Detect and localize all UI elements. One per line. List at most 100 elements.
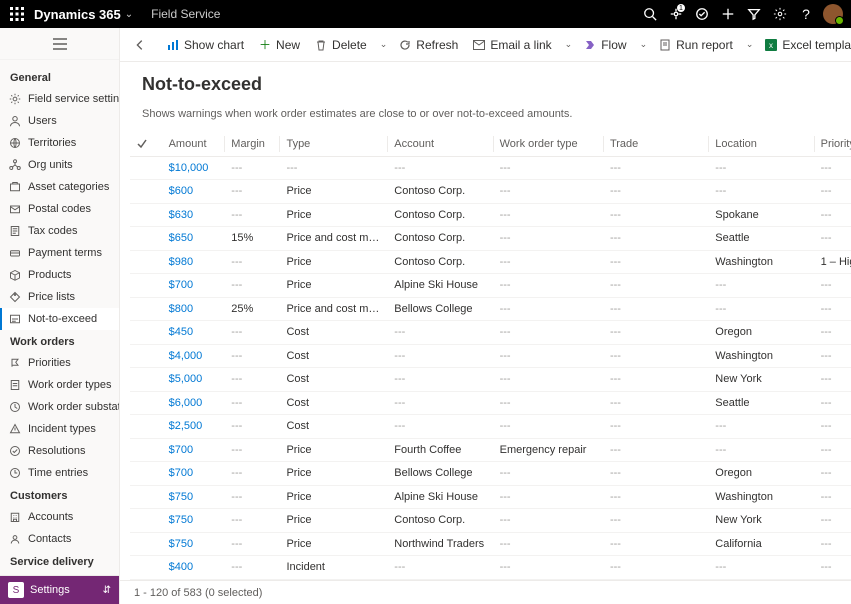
table-row[interactable]: $400---Incident---------------HVAC repai… [130, 556, 851, 580]
sidebar-item-not-to-exceed[interactable]: Not-to-exceed [0, 308, 119, 330]
cell-amount[interactable]: $750 [163, 485, 226, 509]
table-row[interactable]: $700---PriceBellows College------Oregon-… [130, 462, 851, 486]
column-priority[interactable]: Priority [815, 132, 851, 156]
cell-amount[interactable]: $700 [163, 274, 226, 298]
task-icon[interactable] [689, 0, 715, 28]
excel-templates-button[interactable]: xExcel templates [758, 31, 851, 59]
column-type[interactable]: Type [280, 132, 388, 156]
sidebar-item-accounts[interactable]: Accounts [0, 506, 119, 528]
back-button[interactable] [128, 33, 152, 57]
sidebar-item-users[interactable]: Users [0, 110, 119, 132]
row-checkbox[interactable] [130, 391, 163, 415]
row-checkbox[interactable] [130, 438, 163, 462]
sidebar-item-payment-terms[interactable]: Payment terms [0, 242, 119, 264]
table-row[interactable]: $700---PriceAlpine Ski House------------… [130, 274, 851, 298]
row-checkbox[interactable] [130, 297, 163, 321]
app-launcher-icon[interactable] [8, 5, 26, 23]
brand-chevron-icon[interactable]: ⌄ [125, 9, 133, 20]
help-icon[interactable]: ? [793, 0, 819, 28]
column-location[interactable]: Location [709, 132, 814, 156]
row-checkbox[interactable] [130, 274, 163, 298]
cell-amount[interactable]: $650 [163, 227, 226, 251]
search-icon[interactable] [637, 0, 663, 28]
hamburger-icon[interactable] [0, 28, 119, 60]
cell-amount[interactable]: $10,000 [163, 156, 226, 180]
delete-button[interactable]: Delete [308, 31, 373, 59]
sidebar-item-products[interactable]: Products [0, 264, 119, 286]
table-row[interactable]: $4,000---Cost---------Washington---Coola… [130, 344, 851, 368]
select-all-checkbox[interactable] [130, 132, 163, 156]
settings-icon[interactable] [767, 0, 793, 28]
sidebar-item-tax-codes[interactable]: Tax codes [0, 220, 119, 242]
delete-chevron-icon[interactable]: ⌄ [377, 39, 391, 50]
cell-amount[interactable]: $800 [163, 297, 226, 321]
row-checkbox[interactable] [130, 227, 163, 251]
cell-amount[interactable]: $750 [163, 532, 226, 556]
table-row[interactable]: $750---PriceNorthwind Traders------Calif… [130, 532, 851, 556]
row-checkbox[interactable] [130, 462, 163, 486]
table-row[interactable]: $700---PriceFourth CoffeeEmergency repai… [130, 438, 851, 462]
cell-amount[interactable]: $700 [163, 462, 226, 486]
sidebar-item-incident-types[interactable]: Incident types [0, 418, 119, 440]
table-row[interactable]: $2,500---Cost---------------Coolant chan… [130, 415, 851, 439]
sidebar-item-work-order-types[interactable]: Work order types [0, 374, 119, 396]
table-row[interactable]: $750---PriceContoso Corp.------New York-… [130, 509, 851, 533]
table-row[interactable]: $980---PriceContoso Corp.------Washingto… [130, 250, 851, 274]
column-account[interactable]: Account [388, 132, 493, 156]
cell-amount[interactable]: $400 [163, 556, 226, 580]
row-checkbox[interactable] [130, 556, 163, 580]
area-switcher[interactable]: S Settings ⇵ [0, 576, 119, 604]
flow-button[interactable]: Flow [577, 31, 632, 59]
sidebar-item-postal-codes[interactable]: Postal codes [0, 198, 119, 220]
show-chart-button[interactable]: Show chart [160, 31, 250, 59]
sidebar-item-contacts[interactable]: Contacts [0, 528, 119, 550]
table-row[interactable]: $450---Cost---------Oregon---Coolant cha… [130, 321, 851, 345]
column-margin[interactable]: Margin [225, 132, 280, 156]
table-row[interactable]: $6,000---Cost---------Seattle---Coolant … [130, 391, 851, 415]
row-checkbox[interactable] [130, 180, 163, 204]
sidebar-item-territories[interactable]: Territories [0, 132, 119, 154]
email-link-button[interactable]: Email a link [466, 31, 557, 59]
row-checkbox[interactable] [130, 415, 163, 439]
cell-amount[interactable]: $600 [163, 180, 226, 204]
cell-amount[interactable]: $750 [163, 509, 226, 533]
flow-chevron-icon[interactable]: ⌄ [637, 39, 651, 50]
row-checkbox[interactable] [130, 485, 163, 509]
cell-amount[interactable]: $980 [163, 250, 226, 274]
table-row[interactable]: $600---PriceContoso Corp.------------Coo… [130, 180, 851, 204]
table-row[interactable]: $5,000---Cost---------New York---Coolant… [130, 368, 851, 392]
cell-amount[interactable]: $4,000 [163, 344, 226, 368]
row-checkbox[interactable] [130, 344, 163, 368]
assistant-icon[interactable]: 1 [663, 0, 689, 28]
row-checkbox[interactable] [130, 250, 163, 274]
column-work-order-type[interactable]: Work order type [494, 132, 604, 156]
row-checkbox[interactable] [130, 156, 163, 180]
row-checkbox[interactable] [130, 203, 163, 227]
table-row[interactable]: $750---PriceAlpine Ski House------Washin… [130, 485, 851, 509]
column-trade[interactable]: Trade [604, 132, 709, 156]
cell-amount[interactable]: $700 [163, 438, 226, 462]
row-checkbox[interactable] [130, 368, 163, 392]
sidebar-item-asset-categories[interactable]: Asset categories [0, 176, 119, 198]
report-chevron-icon[interactable]: ⌄ [743, 39, 757, 50]
row-checkbox[interactable] [130, 509, 163, 533]
row-checkbox[interactable] [130, 321, 163, 345]
add-icon[interactable] [715, 0, 741, 28]
row-checkbox[interactable] [130, 532, 163, 556]
cell-amount[interactable]: $630 [163, 203, 226, 227]
table-row[interactable]: $630---PriceContoso Corp.------Spokane--… [130, 203, 851, 227]
sidebar-item-work-order-substatu[interactable]: Work order substatu... [0, 396, 119, 418]
avatar[interactable] [823, 4, 843, 24]
sidebar-item-priorities[interactable]: Priorities [0, 352, 119, 374]
sidebar-item-price-lists[interactable]: Price lists [0, 286, 119, 308]
table-row[interactable]: $65015%Price and cost mar...Contoso Corp… [130, 227, 851, 251]
refresh-button[interactable]: Refresh [392, 31, 464, 59]
run-report-button[interactable]: Run report [652, 31, 739, 59]
email-chevron-icon[interactable]: ⌄ [562, 39, 576, 50]
cell-amount[interactable]: $450 [163, 321, 226, 345]
sidebar-item-org-units[interactable]: Org units [0, 154, 119, 176]
cell-amount[interactable]: $5,000 [163, 368, 226, 392]
sidebar-item-resolutions[interactable]: Resolutions [0, 440, 119, 462]
cell-amount[interactable]: $6,000 [163, 391, 226, 415]
cell-amount[interactable]: $2,500 [163, 415, 226, 439]
